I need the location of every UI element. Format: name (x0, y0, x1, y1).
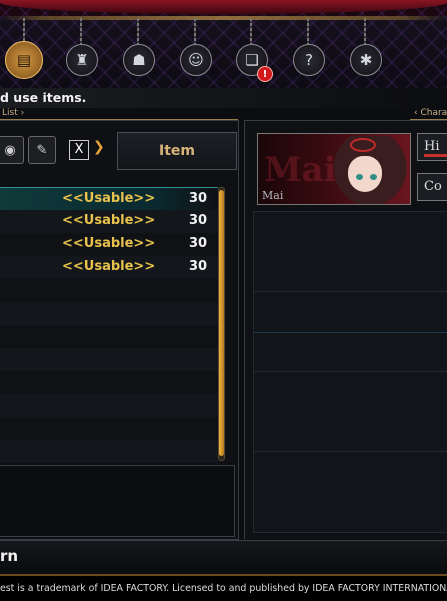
top-menu-banner: ▤ ♜ ☗ ☺ ❏ ? ✱ ! (0, 0, 447, 89)
return-label[interactable]: rn (0, 547, 18, 565)
system-icon[interactable]: ✱ (350, 44, 382, 76)
tab-hp[interactable]: Hi (417, 133, 447, 161)
character-slot[interactable] (253, 371, 447, 453)
instruction-text: d use items. (0, 88, 447, 108)
empty-row (0, 279, 218, 302)
panel-subheaders: List › ‹ Chara (0, 108, 447, 120)
tab-hp-label: Hi (424, 139, 440, 154)
tab-condition[interactable]: Co (417, 173, 447, 201)
item-status: <<Usable>> (62, 213, 156, 228)
list-subheader-label: List (2, 108, 18, 118)
item-list: <<Usable>> 30 <<Usable>> 30 <<Usable>> 3… (0, 187, 220, 463)
hair-bow (350, 138, 376, 152)
list-scrollbar[interactable] (218, 187, 225, 461)
empty-row (0, 348, 218, 371)
character-stat-tabs: Hi Co (417, 133, 447, 203)
character-slot[interactable] (253, 211, 447, 293)
chain-decoration (80, 18, 82, 44)
filter-tool-button[interactable]: ✎ (28, 136, 56, 164)
system-glyph: ✱ (359, 51, 373, 69)
character-slot[interactable] (253, 451, 447, 533)
portrait-eye (356, 174, 363, 180)
empty-row (0, 440, 218, 463)
list-toolbar: ◉ ✎ X ❯ Item (0, 127, 238, 170)
list-item[interactable]: <<Usable>> 30 (0, 210, 218, 233)
curtain-decoration (0, 0, 447, 14)
item-list-panel: ◉ ✎ X ❯ Item <<Usable>> 30 <<Usable>> 30… (0, 120, 239, 540)
chain-decoration (194, 18, 196, 44)
item-column-header[interactable]: Item (117, 132, 237, 170)
tab-condition-label: Co (424, 179, 442, 194)
gold-trim-decoration (0, 16, 447, 20)
list-item[interactable]: <<Usable>> 30 (0, 256, 218, 279)
character-name: Mai (262, 189, 284, 202)
filter-orb-button[interactable]: ◉ (0, 136, 24, 164)
items-icon[interactable]: ▤ (5, 41, 43, 79)
portrait-eye (370, 174, 377, 180)
orb-icon: ◉ (4, 142, 16, 158)
sort-x-button[interactable]: X (69, 140, 89, 160)
empty-row (0, 394, 218, 417)
empty-row (0, 371, 218, 394)
copyright-footer: est is a trademark of IDEA FACTORY. Lice… (0, 574, 447, 601)
equipment-glyph: ♜ (75, 51, 89, 69)
empty-row (0, 417, 218, 440)
empty-row (0, 325, 218, 348)
chara-subheader-label: Chara (420, 108, 447, 118)
wrench-icon: ✎ (36, 142, 48, 158)
chain-decoration (307, 18, 309, 44)
character-panel: Mai Mai Hi Co (244, 120, 447, 539)
bottom-action-bar: rn (0, 540, 447, 573)
party-glyph: ☗ (132, 51, 146, 69)
character-slot[interactable] (253, 291, 447, 373)
party-icon[interactable]: ☗ (123, 44, 155, 76)
hp-bar (424, 154, 447, 157)
character-icon[interactable]: ☺ (180, 44, 212, 76)
item-status: <<Usable>> (62, 191, 156, 206)
item-quantity: 30 (189, 236, 208, 251)
chevron-right-icon: ❯ (93, 139, 105, 155)
alert-badge: ! (257, 66, 273, 82)
list-subheader: List › (0, 108, 238, 120)
empty-row (0, 302, 218, 325)
item-status: <<Usable>> (62, 236, 156, 251)
portrait-face (348, 156, 382, 192)
chain-decoration (137, 18, 139, 44)
list-item[interactable]: <<Usable>> 30 (0, 187, 218, 212)
quest-icon[interactable]: ? (293, 44, 325, 76)
chain-decoration (250, 18, 252, 44)
item-quantity: 30 (189, 191, 208, 206)
item-quantity: 30 (189, 213, 208, 228)
item-status: <<Usable>> (62, 259, 156, 274)
item-quantity: 30 (189, 259, 208, 274)
chara-subheader: ‹ Chara (410, 108, 447, 120)
book-glyph: ❏ (245, 51, 259, 69)
equipment-icon[interactable]: ♜ (66, 44, 98, 76)
items-glyph: ▤ (16, 51, 32, 69)
character-glyph: ☺ (188, 51, 204, 69)
character-portrait[interactable]: Mai Mai (257, 133, 411, 205)
list-item[interactable]: <<Usable>> 30 (0, 233, 218, 256)
item-description-box (0, 465, 235, 537)
quest-glyph: ? (305, 51, 313, 69)
slot-divider (254, 332, 447, 333)
scrollbar-thumb[interactable] (219, 190, 224, 456)
chain-decoration (364, 18, 366, 44)
